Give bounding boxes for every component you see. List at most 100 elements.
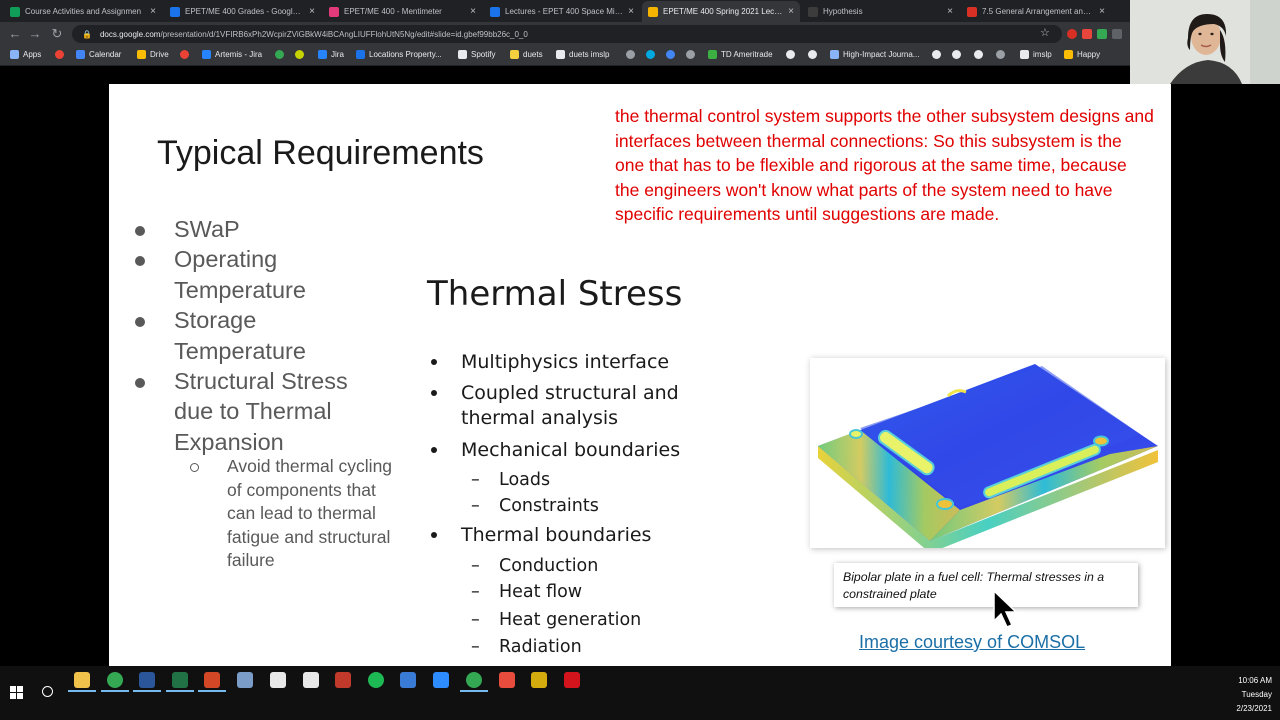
spotify-icon[interactable]: [368, 672, 384, 688]
app-gear-icon[interactable]: [499, 672, 515, 688]
running-indicator: [101, 690, 129, 692]
bookmark-item[interactable]: Drive: [137, 50, 169, 59]
reload-icon[interactable]: ↻: [46, 26, 68, 42]
thermal-item-text: Thermal boundaries: [461, 524, 652, 546]
tab-favicon-icon: [808, 6, 818, 17]
tab-favicon-icon: [10, 6, 20, 17]
back-icon[interactable]: ←: [4, 26, 26, 41]
mouse-cursor-icon: [993, 589, 1018, 628]
bookmark-item[interactable]: duets imslp: [556, 50, 609, 59]
bookmark-item[interactable]: Locations Property...: [356, 50, 442, 59]
paint-icon[interactable]: [237, 672, 253, 688]
bookmark-item[interactable]: duets: [510, 50, 543, 59]
thermal-item-text: Constraints: [499, 496, 599, 516]
url-domain: docs.google.com: [99, 29, 161, 39]
tab-close-icon[interactable]: ×: [309, 6, 315, 17]
excel-icon[interactable]: [172, 672, 188, 688]
clock-date: 2/23/2021: [1236, 704, 1272, 713]
bookmark-item[interactable]: [996, 50, 1005, 59]
chrome-active-icon[interactable]: [466, 672, 482, 688]
bookmark-item[interactable]: Calendar: [76, 50, 121, 59]
tab-close-icon[interactable]: ×: [788, 6, 794, 17]
chrome-icon[interactable]: [107, 672, 123, 688]
bookmark-item[interactable]: [646, 50, 655, 59]
extension-blue-icon[interactable]: [1082, 29, 1092, 39]
bookmark-item[interactable]: [808, 50, 817, 59]
thermal-item-text: Radiation: [499, 637, 582, 657]
bookmark-item[interactable]: [626, 50, 635, 59]
zoom-icon[interactable]: [433, 672, 449, 688]
tab-close-icon[interactable]: ×: [628, 6, 634, 17]
bookmark-item[interactable]: [974, 50, 983, 59]
bullet-dot-icon: [431, 447, 437, 453]
bookmark-item[interactable]: [55, 50, 64, 59]
browser-tab[interactable]: 7.5 General Arrangement and De ×: [961, 1, 1111, 22]
file-explorer-icon[interactable]: [74, 672, 90, 688]
bipolar-plate-image: [810, 358, 1165, 553]
tab-close-icon[interactable]: ×: [947, 6, 953, 17]
bookmark-favicon-icon: [180, 50, 189, 59]
url-text: docs.google.com/presentation/d/1VFIRB6xP…: [100, 30, 528, 39]
thermal-item-text: Heat flow: [499, 582, 583, 602]
bookmark-item[interactable]: High-Impact Journa...: [830, 50, 919, 59]
bookmark-item[interactable]: Happy: [1064, 50, 1100, 59]
browser-tab[interactable]: Course Activities and Assignmen ×: [4, 1, 162, 22]
bookmark-item[interactable]: Artemis - Jira: [202, 50, 262, 59]
bookmark-item[interactable]: Apps: [10, 50, 41, 59]
bullet-dot-icon: [135, 378, 145, 389]
bookmark-item[interactable]: [295, 50, 304, 59]
powerpoint-icon[interactable]: [204, 672, 220, 688]
requirement-bullet: SWaP: [133, 214, 393, 244]
bookmark-item[interactable]: [786, 50, 795, 59]
bookmark-item[interactable]: [666, 50, 675, 59]
extension-green-icon[interactable]: [1097, 29, 1107, 39]
system-clock[interactable]: 10:06 AM Tuesday 2/23/2021: [1236, 674, 1272, 716]
thermal-item-text: Loads: [499, 470, 551, 490]
word-icon[interactable]: [139, 672, 155, 688]
tab-favicon-icon: [170, 6, 180, 17]
app-compass-icon[interactable]: [531, 672, 547, 688]
bookmark-star-icon[interactable]: ☆: [1040, 26, 1050, 39]
app-red-icon[interactable]: [335, 672, 351, 688]
image-courtesy-link[interactable]: Image courtesy of COMSOL: [859, 632, 1085, 653]
bookmark-item[interactable]: [686, 50, 695, 59]
search-circle-icon[interactable]: [42, 686, 53, 697]
bookmark-item[interactable]: TD Ameritrade: [708, 50, 773, 59]
tab-close-icon[interactable]: ×: [150, 6, 156, 17]
browser-tab[interactable]: EPET/ME 400 - Mentimeter ×: [323, 1, 482, 22]
bookmark-item[interactable]: Jira: [318, 50, 344, 59]
acrobat-reader-icon[interactable]: [564, 672, 580, 688]
requirement-bullet: Storage Temperature: [133, 305, 393, 366]
bookmark-item[interactable]: Spotify: [458, 50, 495, 59]
forward-icon[interactable]: →: [24, 26, 46, 41]
browser-tab[interactable]: EPET/ME 400 Grades - Google Dr ×: [164, 1, 321, 22]
tab-label: EPET/ME 400 Grades - Google Dr: [185, 7, 305, 16]
bookmark-item[interactable]: [932, 50, 941, 59]
bookmark-item[interactable]: [952, 50, 961, 59]
thermal-item-text: Multiphysics interface: [461, 351, 670, 373]
browser-tab[interactable]: Lectures - EPET 400 Space Missi ×: [484, 1, 640, 22]
bookmark-item[interactable]: [180, 50, 189, 59]
address-bar-row: ← → ↻ 🔒 docs.google.com/presentation/d/1…: [0, 22, 1130, 46]
browser-tab[interactable]: EPET/ME 400 Spring 2021 Lectur ×: [642, 1, 800, 22]
tab-close-icon[interactable]: ×: [1099, 6, 1105, 17]
slack-icon[interactable]: [303, 672, 319, 688]
bookmark-item[interactable]: [275, 50, 284, 59]
bookmark-item[interactable]: imslp: [1020, 50, 1052, 59]
thermal-item-text: Coupled structural and thermal analysis: [461, 382, 679, 429]
acrobat-icon[interactable]: [270, 672, 286, 688]
bullet-dot-icon: [431, 532, 437, 538]
tab-favicon-icon: [329, 6, 339, 17]
tab-favicon-icon: [490, 6, 500, 17]
windows-start-icon[interactable]: [10, 686, 24, 700]
thermal-item-text: Mechanical boundaries: [461, 439, 681, 461]
browser-tab[interactable]: Hypothesis ×: [802, 1, 959, 22]
app-blue-icon[interactable]: [400, 672, 416, 688]
url-bar[interactable]: 🔒 docs.google.com/presentation/d/1VFIRB6…: [72, 25, 1062, 43]
bookmark-favicon-icon: [708, 50, 717, 59]
extension-menu-icon[interactable]: [1112, 29, 1122, 39]
dash-bullet-icon: –: [471, 470, 480, 490]
extension-red-icon[interactable]: [1067, 29, 1077, 39]
running-indicator: [198, 690, 226, 692]
tab-close-icon[interactable]: ×: [470, 6, 476, 17]
